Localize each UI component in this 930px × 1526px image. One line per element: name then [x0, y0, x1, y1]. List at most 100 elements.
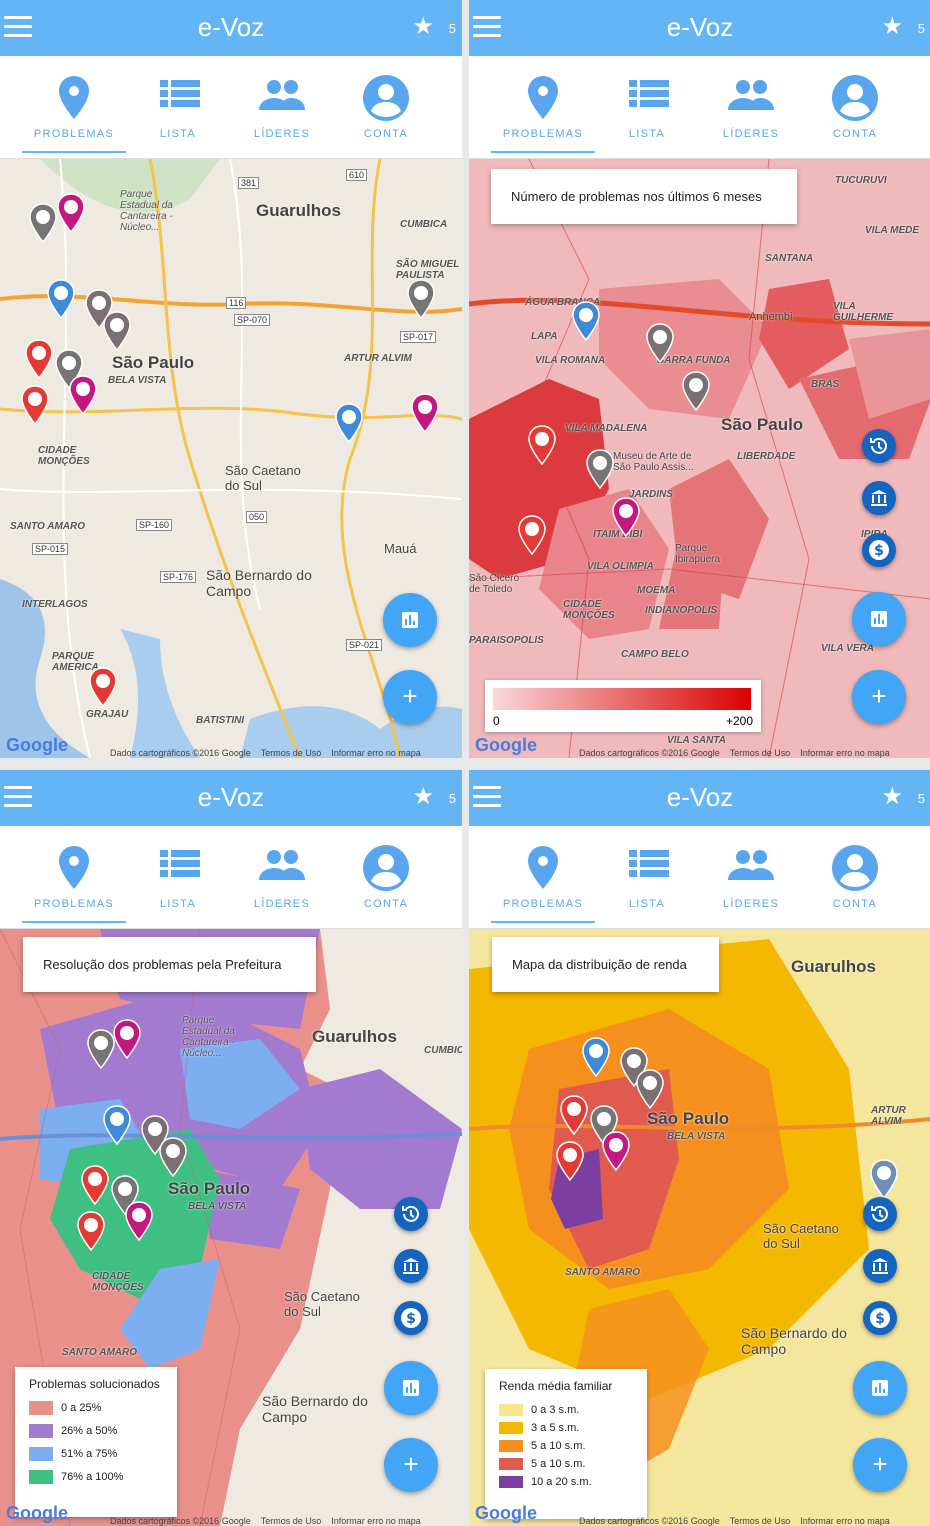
tab-lista[interactable]: LISTA	[597, 826, 697, 928]
map-view[interactable]: Número de problemas nos últimos 6 meses …	[469, 159, 930, 758]
legend-row: 3 a 5 s.m.	[499, 1421, 633, 1439]
cone-problem-pin[interactable]	[517, 515, 547, 555]
tab-problemas[interactable]: PROBLEMAS	[24, 56, 124, 158]
star-icon[interactable]: ★	[881, 785, 903, 809]
cone-problem-pin[interactable]	[80, 1165, 110, 1205]
report-error-link[interactable]: Informar erro no mapa	[800, 1516, 890, 1526]
tab-lista[interactable]: LISTA	[597, 56, 697, 158]
star-icon[interactable]: ★	[412, 15, 434, 39]
bus-problem-pin[interactable]	[334, 403, 364, 443]
legend-swatch	[29, 1447, 53, 1462]
tab-lideres[interactable]: LÍDERES	[232, 826, 332, 928]
tab-problemas[interactable]: PROBLEMAS	[24, 826, 124, 928]
income-button[interactable]: $	[863, 1301, 897, 1335]
car-problem-pin[interactable]	[406, 279, 436, 319]
history-button[interactable]	[862, 429, 896, 463]
tab-lista[interactable]: LISTA	[128, 56, 228, 158]
stats-button[interactable]	[852, 592, 906, 646]
tree-problem-pin[interactable]	[68, 375, 98, 415]
tree-problem-pin[interactable]	[56, 193, 86, 233]
tree-problem-pin[interactable]	[410, 393, 440, 433]
government-button[interactable]	[862, 481, 896, 515]
tools-problem-pin[interactable]	[158, 1137, 188, 1177]
tools-problem-pin[interactable]	[681, 371, 711, 411]
cone-problem-pin[interactable]	[555, 1141, 585, 1181]
terms-link[interactable]: Termos de Uso	[730, 1516, 791, 1526]
add-problem-button[interactable]: +	[853, 1438, 907, 1492]
tab-conta[interactable]: CONTA	[336, 826, 436, 928]
cone-problem-pin[interactable]	[88, 667, 118, 707]
stats-button[interactable]	[853, 1361, 907, 1415]
cone-problem-pin[interactable]	[559, 1095, 589, 1135]
tab-lista[interactable]: LISTA	[128, 826, 228, 928]
tab-problemas[interactable]: PROBLEMAS	[493, 56, 593, 158]
tools-problem-pin[interactable]	[645, 323, 675, 363]
tools-problem-pin[interactable]	[635, 1069, 665, 1109]
tree-problem-pin[interactable]	[611, 497, 641, 537]
add-problem-button[interactable]: +	[852, 670, 906, 724]
tab-lideres[interactable]: LÍDERES	[701, 826, 801, 928]
map-attribution: Dados cartográficos ©2016 Google Termos d…	[579, 748, 900, 758]
terms-link[interactable]: Termos de Uso	[261, 1516, 322, 1526]
app-bar: e-Voz ★ 5	[469, 0, 930, 56]
report-error-link[interactable]: Informar erro no mapa	[331, 1516, 421, 1526]
tab-conta[interactable]: CONTA	[805, 826, 905, 928]
screen-heat-map: e-Voz ★ 5 PROBLEMAS LISTA LÍDERES CONTA	[469, 0, 930, 758]
bus-problem-pin[interactable]	[571, 301, 601, 341]
bus-problem-pin[interactable]	[102, 1105, 132, 1145]
account-circle-icon	[832, 845, 878, 891]
tab-problemas[interactable]: PROBLEMAS	[493, 826, 593, 928]
map-label: Anhembi	[749, 311, 793, 323]
stats-button[interactable]	[384, 1361, 438, 1415]
car-problem-pin[interactable]	[585, 449, 615, 489]
tree-problem-pin[interactable]	[601, 1131, 631, 1171]
map-view[interactable]: Mapa da distribuição de renda Guarulhos …	[469, 929, 930, 1526]
heat-legend: 0 +200	[485, 680, 761, 732]
star-icon[interactable]: ★	[412, 785, 434, 809]
tab-conta[interactable]: CONTA	[336, 56, 436, 158]
report-error-link[interactable]: Informar erro no mapa	[331, 748, 421, 758]
bus-problem-pin[interactable]	[46, 279, 76, 319]
add-problem-button[interactable]: +	[383, 670, 437, 724]
tab-conta[interactable]: CONTA	[805, 56, 905, 158]
tree-problem-pin[interactable]	[124, 1201, 154, 1241]
stats-button[interactable]	[383, 593, 437, 647]
map-label: Parque Estadual da Cantareira - Núcleo..…	[182, 1015, 235, 1059]
cone-problem-pin[interactable]	[24, 339, 54, 379]
map-label: São Cícero de Toledo	[469, 573, 520, 595]
bus-problem-pin[interactable]	[581, 1037, 611, 1077]
star-count: 5	[917, 21, 925, 36]
app-bar: e-Voz ★ 5	[0, 770, 462, 826]
history-button[interactable]	[863, 1197, 897, 1231]
tab-label: LÍDERES	[253, 898, 311, 910]
tab-label: PROBLEMAS	[33, 128, 115, 140]
report-error-link[interactable]: Informar erro no mapa	[800, 748, 890, 758]
terms-link[interactable]: Termos de Uso	[730, 748, 791, 758]
map-label: LIBERDADE	[737, 451, 796, 462]
terms-link[interactable]: Termos de Uso	[261, 748, 322, 758]
bus-problem-pin[interactable]	[869, 1159, 899, 1199]
map-label: VILA SANTA	[667, 735, 726, 746]
map-view[interactable]: Resolução dos problemas pela Prefeitura …	[0, 929, 462, 1526]
tools-problem-pin[interactable]	[102, 311, 132, 351]
car-problem-pin[interactable]	[28, 203, 58, 243]
app-title: e-Voz	[666, 782, 734, 812]
star-icon[interactable]: ★	[881, 15, 903, 39]
cone-problem-pin[interactable]	[76, 1211, 106, 1251]
government-button[interactable]	[394, 1249, 428, 1283]
app-bar: e-Voz ★ 5	[469, 770, 930, 826]
add-problem-button[interactable]: +	[384, 1438, 438, 1492]
legend-label: 26% a 50%	[61, 1425, 118, 1437]
tab-lideres[interactable]: LÍDERES	[232, 56, 332, 158]
tree-problem-pin[interactable]	[112, 1019, 142, 1059]
map-view[interactable]: Guarulhos São Paulo São Caetano do Sul S…	[0, 159, 462, 758]
government-button[interactable]	[863, 1249, 897, 1283]
income-button[interactable]: $	[862, 533, 896, 567]
cone-problem-pin[interactable]	[527, 425, 557, 465]
history-button[interactable]	[394, 1197, 428, 1231]
cone-problem-pin[interactable]	[20, 385, 50, 425]
road-shield: SP-015	[32, 543, 69, 555]
income-button[interactable]: $	[394, 1301, 428, 1335]
tab-lideres[interactable]: LÍDERES	[701, 56, 801, 158]
map-label: BELA VISTA	[667, 1131, 726, 1142]
